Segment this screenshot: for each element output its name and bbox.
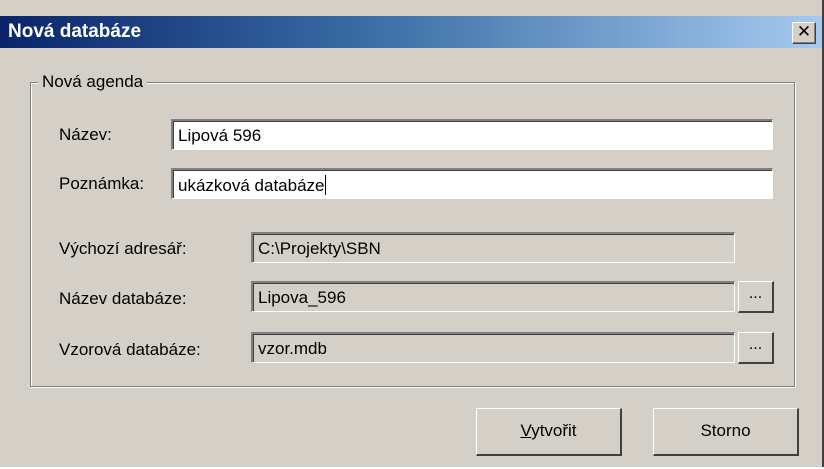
create-button[interactable]: Vytvořit <box>476 408 622 456</box>
template-db-browse-button[interactable]: ... <box>738 332 774 364</box>
create-label: ytvořit <box>531 421 577 440</box>
note-value: ukázková databáze <box>178 176 325 195</box>
name-value: Lipová 596 <box>178 126 262 145</box>
cancel-label: Storno <box>700 421 751 440</box>
db-name-browse-button[interactable]: ... <box>738 281 774 313</box>
cancel-button[interactable]: Storno <box>653 408 799 456</box>
default-dir-label: Výchozí adresář: <box>59 239 187 258</box>
db-name-field[interactable]: Lipova_596 <box>251 281 735 312</box>
browse-ellipsis: ... <box>748 285 763 302</box>
dialog-window: Nová databáze ✕ Nová agenda Název: Lipov… <box>0 0 824 467</box>
db-name-label: Název databáze: <box>59 289 187 308</box>
browse-ellipsis: ... <box>748 336 763 353</box>
title-bar[interactable]: Nová databáze ✕ <box>0 16 822 48</box>
name-input[interactable]: Lipová 596 <box>171 119 773 150</box>
template-db-field[interactable]: vzor.mdb <box>251 332 735 363</box>
db-name-value: Lipova_596 <box>258 288 346 307</box>
create-mnemonic: V <box>520 421 532 440</box>
default-dir-value: C:\Projekty\SBN <box>258 239 381 258</box>
name-label: Název: <box>59 125 112 144</box>
note-label: Poznámka: <box>59 174 145 193</box>
default-dir-field[interactable]: C:\Projekty\SBN <box>251 232 735 263</box>
note-input[interactable]: ukázková databáze <box>171 168 773 199</box>
template-db-label: Vzorová databáze: <box>59 340 201 359</box>
text-caret <box>324 175 326 195</box>
template-db-value: vzor.mdb <box>258 339 327 358</box>
close-button[interactable]: ✕ <box>792 22 816 44</box>
group-legend: Nová agenda <box>38 72 148 92</box>
close-icon: ✕ <box>796 22 812 42</box>
window-title: Nová databáze <box>8 21 142 42</box>
